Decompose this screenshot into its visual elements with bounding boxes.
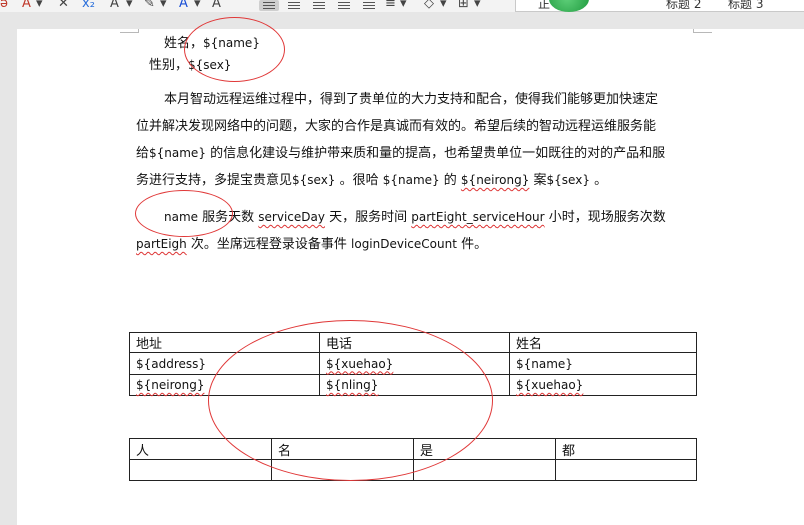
align-center-button[interactable] (284, 0, 304, 11)
table-header-row: 地址 电话 姓名 (129, 332, 697, 353)
dropdown-icon[interactable]: ▾ (474, 0, 481, 12)
text-run: 。 (589, 173, 608, 188)
name-label: 姓名， (164, 36, 204, 51)
service-day-field: serviceDay (258, 210, 325, 224)
text-effect-icon[interactable]: A (110, 0, 119, 12)
table-header-cell[interactable]: 地址 (129, 332, 320, 353)
strikethrough-icon[interactable]: ǝ (0, 0, 8, 12)
paragraph-1-line-4: 务进行支持，多提宝贵意见${sex} 。很哈 ${name} 的 ${neiro… (136, 167, 607, 194)
service-hour-field: partEight_serviceHour (411, 210, 545, 224)
table-cell[interactable]: ${xuehao} (509, 374, 697, 396)
part-eigh-field: partEigh (136, 237, 187, 251)
paragraph-1-line-3: 给${name} 的信息化建设与维护带来质和量的提高，也希望贵单位一如既往的对的… (136, 140, 665, 167)
text-run: 服务天数 (198, 210, 259, 225)
justify-button[interactable] (334, 0, 354, 11)
dropdown-icon[interactable]: ▾ (440, 0, 447, 12)
text-run: 给 (136, 146, 150, 161)
name-placeholder: ${name} (203, 36, 260, 50)
char-shading-icon[interactable]: A (212, 0, 221, 12)
sex-placeholder: ${sex} (546, 173, 590, 187)
table-cell[interactable]: ${neirong} (129, 374, 320, 396)
font-color-icon[interactable]: A (179, 0, 188, 12)
paragraph-1-line-2: 位并解决发现网络中的问题，大家的合作是真诚而有效的。希望后续的智动远程运维服务能 (136, 119, 657, 134)
subscript-icon[interactable]: x₂ (82, 0, 95, 12)
table-header-cell[interactable]: 电话 (319, 332, 510, 353)
table-cell[interactable]: ${xuehao} (319, 352, 510, 375)
shading-icon[interactable]: ◇ (424, 0, 434, 12)
dropdown-icon[interactable]: ▾ (194, 0, 201, 12)
info-table[interactable]: 地址 电话 姓名 ${address} ${xuehao} ${name} ${… (129, 332, 697, 396)
document-page[interactable]: 姓名，${name} 性别，${sex} 本月智动远程运维过程中，得到了贵单位的… (17, 17, 804, 525)
table-cell[interactable]: ${address} (129, 352, 320, 375)
style-heading-2[interactable]: 标题 2 (666, 0, 701, 12)
cell-text: ${neirong} (136, 378, 205, 392)
highlight-icon[interactable]: ✎ (144, 0, 155, 12)
neirong-placeholder: ${neirong} (460, 173, 530, 187)
table-header-cell[interactable]: 是 (413, 438, 556, 460)
align-left-button[interactable] (259, 0, 279, 11)
distribute-button[interactable] (359, 0, 379, 11)
line-spacing-icon[interactable]: ≡ (385, 0, 396, 12)
cell-text: ${xuehao} (326, 356, 394, 371)
sex-placeholder: ${sex} (292, 173, 336, 187)
cell-text: ${nling} (326, 378, 379, 392)
dropdown-icon[interactable]: ▾ (400, 0, 407, 12)
sex-placeholder: ${sex} (188, 58, 232, 72)
table-header-cell[interactable]: 姓名 (509, 332, 697, 353)
text-run: 务进行支持，多提宝贵意见 (136, 173, 293, 188)
cell-text: ${xuehao} (516, 378, 584, 392)
table-header-row: 人 名 是 都 (129, 438, 697, 460)
text-run: 小时，现场服务次数 (544, 210, 666, 225)
paragraph-2-line-1: name 服务天数 serviceDay 天，服务时间 partEight_se… (164, 204, 666, 231)
border-icon[interactable]: ⊞ (458, 0, 469, 12)
text-run: 次。坐席远程登录设备事件 (186, 237, 352, 252)
table-cell[interactable] (129, 459, 272, 481)
table-row: ${address} ${xuehao} ${name} (129, 352, 697, 375)
table-row (129, 459, 697, 481)
sex-line: 性别，${sex} (149, 52, 231, 79)
style-heading-3[interactable]: 标题 3 (728, 0, 763, 12)
login-device-count-field: loginDeviceCount (351, 237, 457, 251)
ribbon-toolbar: ǝ A ▾ ✕ x₂ A ▾ ✎ ▾ A ▾ A ≡ ▾ ◇ ▾ ⊞ ▾ 正 标… (0, 0, 804, 12)
text-run: 。很哈 (335, 173, 383, 188)
margin-corner-marker (120, 29, 139, 33)
table-header-cell[interactable]: 人 (129, 438, 272, 460)
dropdown-icon[interactable]: ▾ (160, 0, 167, 12)
dropdown-icon[interactable]: ▾ (36, 0, 43, 12)
table-cell[interactable] (413, 459, 556, 481)
text-run: 案 (529, 173, 547, 188)
clear-format-icon[interactable]: A (22, 0, 31, 12)
table-cell[interactable] (555, 459, 697, 481)
style-normal[interactable]: 正 (538, 0, 550, 12)
margin-corner-marker (693, 29, 712, 33)
name-placeholder: ${name} (382, 173, 440, 187)
table-row: ${neirong} ${nling} ${xuehao} (129, 374, 697, 396)
text-run: 天，服务时间 (324, 210, 412, 225)
text-run: 件。 (456, 237, 488, 252)
empty-table[interactable]: 人 名 是 都 (129, 438, 697, 481)
dropdown-icon[interactable]: ▾ (126, 0, 133, 12)
table-cell[interactable]: ${nling} (319, 374, 510, 396)
table-header-cell[interactable]: 名 (271, 438, 414, 460)
align-right-button[interactable] (309, 0, 329, 11)
table-cell[interactable]: ${name} (509, 352, 697, 375)
paragraph-2-line-2: partEigh 次。坐席远程登录设备事件 loginDeviceCount 件… (136, 231, 487, 258)
close-format-icon[interactable]: ✕ (58, 0, 69, 12)
sex-label: 性别， (149, 58, 189, 73)
name-placeholder: ${name} (149, 146, 206, 160)
table-header-cell[interactable]: 都 (555, 438, 697, 460)
paragraph-1-line-1: 本月智动远程运维过程中，得到了贵单位的大力支持和配合，使得我们能够更加快速定 (164, 92, 659, 107)
name-field: name (164, 210, 199, 224)
table-cell[interactable] (271, 459, 414, 481)
text-run: 的 (439, 173, 461, 188)
text-run: 的信息化建设与维护带来质和量的提高，也希望贵单位一如既往的对的产品和服 (205, 146, 666, 161)
